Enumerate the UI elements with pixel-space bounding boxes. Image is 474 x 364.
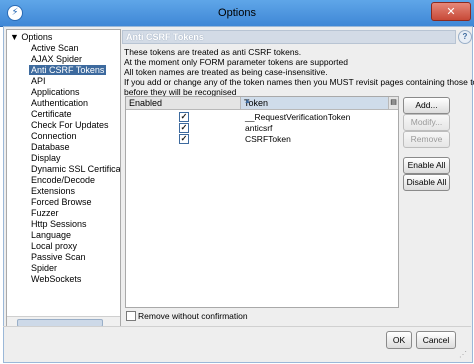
tree-item-language[interactable]: Language xyxy=(31,230,71,240)
description-line-3: All token names are treated as being cas… xyxy=(124,67,328,77)
tree-item-active-scan[interactable]: Active Scan xyxy=(31,43,79,53)
tree-item-connection[interactable]: Connection xyxy=(31,131,77,141)
panel-header: Anti CSRF Tokens xyxy=(122,30,456,44)
window-title: Options xyxy=(218,7,256,19)
tree-item-passive-scan[interactable]: Passive Scan xyxy=(31,252,86,262)
cancel-button[interactable]: Cancel xyxy=(416,331,456,349)
description-line-2: At the moment only FORM parameter tokens… xyxy=(124,57,348,67)
tree-item-authentication[interactable]: Authentication xyxy=(31,98,88,108)
token-name: __RequestVerificationToken xyxy=(245,112,351,122)
tree-item-anti-csrf-tokens[interactable]: Anti CSRF Tokens xyxy=(29,65,107,75)
row-enabled-checkbox[interactable]: ✓ xyxy=(179,123,189,133)
sort-asc-icon: ▲ xyxy=(244,98,251,105)
row-enabled-checkbox[interactable]: ✓ xyxy=(179,134,189,144)
enable-all-button[interactable]: Enable All xyxy=(403,157,450,174)
tree-item-websockets[interactable]: WebSockets xyxy=(31,274,81,284)
tree-item-ajax-spider[interactable]: AJAX Spider xyxy=(31,54,82,64)
tree-item-spider[interactable]: Spider xyxy=(31,263,57,273)
column-selector-icon[interactable]: ▤ xyxy=(389,97,398,110)
tokens-table: Enabled Token ▲ ▤ ✓ __RequestVerificatio… xyxy=(125,96,399,308)
tree-item-local-proxy[interactable]: Local proxy xyxy=(31,241,77,251)
tree-item-encode-decode[interactable]: Encode/Decode xyxy=(31,175,95,185)
panel-title: Anti CSRF Tokens xyxy=(126,32,204,42)
column-header-enabled-label: Enabled xyxy=(129,98,163,108)
tree-item-api[interactable]: API xyxy=(31,76,46,86)
tree-item-fuzzer[interactable]: Fuzzer xyxy=(31,208,59,218)
table-row[interactable]: ✓ CSRFToken xyxy=(126,134,398,144)
description-line-4: If you add or change any of the token na… xyxy=(124,77,474,87)
ok-button[interactable]: OK xyxy=(386,331,412,349)
footer-divider xyxy=(3,326,471,327)
remove-button[interactable]: Remove xyxy=(403,131,450,148)
tree-item-applications[interactable]: Applications xyxy=(31,87,80,97)
add-button[interactable]: Add... xyxy=(403,97,450,114)
tree-item-forced-browse[interactable]: Forced Browse xyxy=(31,197,92,207)
options-tree: ▼ Options Active Scan AJAX Spider Anti C… xyxy=(6,29,121,327)
remove-without-confirmation-label: Remove without confirmation xyxy=(138,311,248,321)
tree-item-http-sessions[interactable]: Http Sessions xyxy=(31,219,87,229)
column-header-enabled[interactable]: Enabled xyxy=(126,97,241,110)
help-icon[interactable]: ? xyxy=(458,30,472,44)
tree-item-extensions[interactable]: Extensions xyxy=(31,186,75,196)
token-name: anticsrf xyxy=(245,123,273,133)
tree-item-dynamic-ssl[interactable]: Dynamic SSL Certificates xyxy=(31,164,120,174)
resize-grip-icon[interactable]: ⋰ xyxy=(459,350,469,360)
description-line-1: These tokens are treated as anti CSRF to… xyxy=(124,47,302,57)
close-button[interactable]: ✕ xyxy=(431,2,471,21)
disable-all-button[interactable]: Disable All xyxy=(403,174,450,191)
tree-item-display[interactable]: Display xyxy=(31,153,61,163)
title-bar: ⚡ Options ✕ xyxy=(0,0,474,27)
tree-item-check-for-updates[interactable]: Check For Updates xyxy=(31,120,109,130)
modify-button[interactable]: Modify... xyxy=(403,114,450,131)
tree-item-database[interactable]: Database xyxy=(31,142,70,152)
tree-item-certificate[interactable]: Certificate xyxy=(31,109,72,119)
column-header-token[interactable]: Token ▲ xyxy=(241,97,389,110)
token-name: CSRFToken xyxy=(245,134,291,144)
remove-without-confirmation-checkbox[interactable] xyxy=(126,311,136,321)
row-enabled-checkbox[interactable]: ✓ xyxy=(179,112,189,122)
table-row[interactable]: ✓ anticsrf xyxy=(126,123,398,133)
table-row[interactable]: ✓ __RequestVerificationToken xyxy=(126,112,398,122)
tree-root[interactable]: ▼ Options xyxy=(10,32,52,42)
